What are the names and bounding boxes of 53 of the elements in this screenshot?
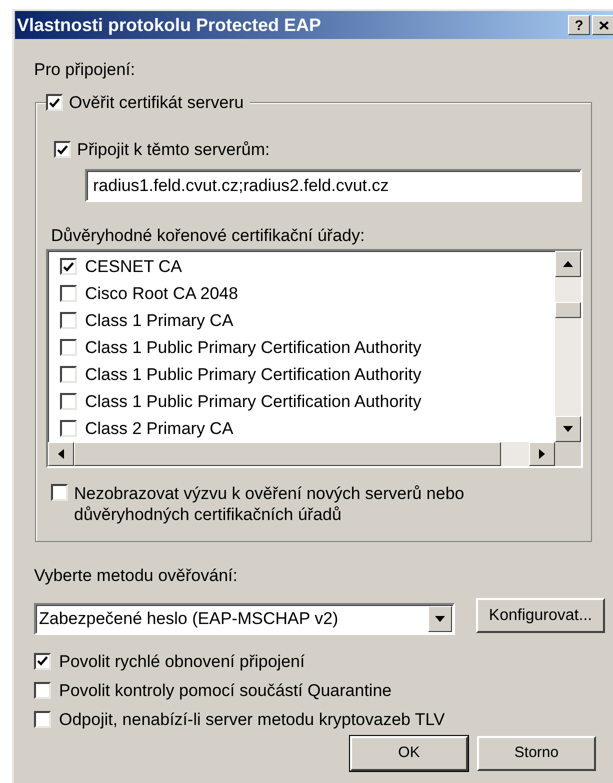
checkbox[interactable]	[54, 141, 71, 158]
configure-button[interactable]: Konfigurovat...	[476, 598, 605, 633]
checkbox[interactable]	[34, 652, 51, 670]
vertical-scrollbar[interactable]	[555, 251, 581, 442]
checkbox[interactable]	[60, 366, 77, 383]
method-dropdown[interactable]: Zabezpečené heslo (EAP-MSCHAP v2)	[34, 603, 455, 635]
down-arrow-icon	[435, 616, 445, 622]
checkbox-label: Povolit rychlé obnovení připojení	[59, 650, 305, 672]
close-button[interactable]	[592, 15, 613, 35]
checkbox[interactable]	[60, 258, 77, 275]
scroll-thumb[interactable]	[74, 442, 501, 466]
list-item-label: Class 2 Primary CA	[85, 420, 234, 438]
list-item-label: CESNET CA	[85, 258, 182, 276]
scrollbar-corner	[555, 442, 581, 466]
list-item-label: Class 1 Primary CA	[85, 312, 234, 330]
checkbox[interactable]	[46, 94, 63, 111]
dropdown-button[interactable]	[428, 606, 452, 632]
scroll-right-button[interactable]	[529, 442, 555, 466]
checkbox[interactable]	[34, 710, 51, 728]
up-arrow-icon	[563, 261, 573, 267]
checkbox[interactable]	[60, 420, 77, 437]
list-item-label: Cisco Root CA 2048	[85, 284, 238, 302]
scroll-up-button[interactable]	[555, 251, 581, 277]
checkbox[interactable]	[51, 484, 68, 501]
list-item-label: Class 1 Public Primary Certification Authority	[85, 338, 422, 356]
checkbox-label: Odpojit, nenabízí-li server metodu kryptovazeb TLV	[59, 708, 445, 730]
checkbox[interactable]	[34, 682, 51, 698]
scroll-down-button[interactable]	[555, 416, 581, 442]
cancel-button[interactable]: Storno	[477, 736, 596, 771]
checkbox-label: Nezobrazovat výzvu k ověření nových serverů nebo důvěryhodných certifikačních úřadů	[74, 483, 466, 525]
window-title: Vlastnosti protokolu Protected EAP	[17, 14, 322, 37]
scroll-left-button[interactable]	[48, 442, 74, 466]
ok-button[interactable]: OK	[350, 736, 468, 771]
help-button[interactable]: ?	[568, 15, 590, 35]
close-icon	[598, 20, 608, 30]
checkbox-label: Povolit kontroly pomocí součástí Quarantine	[59, 680, 392, 700]
list-item-label: Class 1 Public Primary Certification Authority	[85, 392, 422, 410]
section-label: Vyberte metodu ověřování:	[34, 567, 238, 585]
down-arrow-icon	[563, 426, 573, 432]
horizontal-scrollbar[interactable]	[48, 442, 555, 466]
right-arrow-icon	[539, 449, 545, 459]
scroll-thumb[interactable]	[555, 302, 581, 318]
left-arrow-icon	[58, 449, 64, 459]
section-label: Pro připojení:	[34, 61, 136, 79]
checkbox-label: Připojit k těmto serverům:	[77, 139, 270, 160]
checkbox-label: Ověřit certifikát serveru	[69, 92, 244, 113]
checkbox[interactable]	[60, 393, 77, 410]
checkbox[interactable]	[60, 312, 77, 329]
checkbox[interactable]	[60, 285, 77, 302]
list-label: Důvěryhodné kořenové certifikační úřady:	[51, 227, 366, 245]
checkbox[interactable]	[60, 339, 77, 356]
servers-field[interactable]: radius1.feld.cvut.cz;radius2.feld.cvut.cz	[85, 169, 582, 202]
list-item-label: Class 1 Public Primary Certification Authority	[85, 366, 422, 384]
